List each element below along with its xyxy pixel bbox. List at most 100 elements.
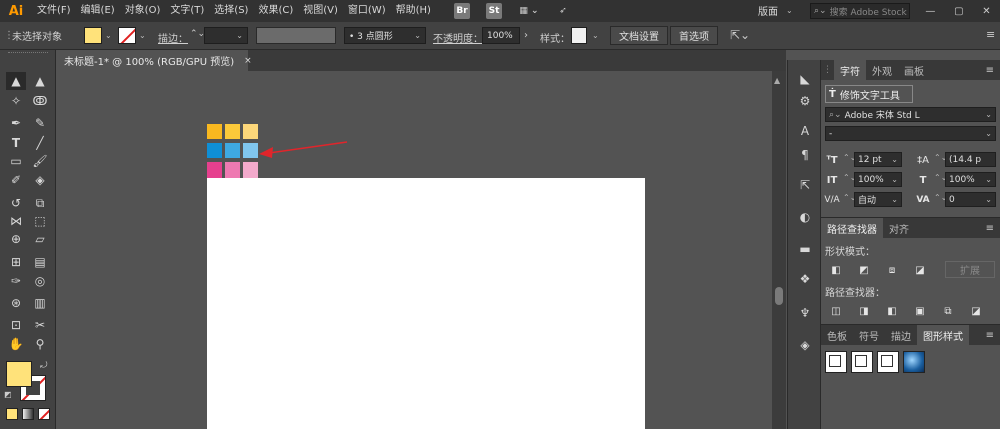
stroke-swatch[interactable] <box>118 27 136 44</box>
tab-align[interactable]: 对齐 <box>883 218 915 238</box>
panel-menu-icon[interactable]: ≡ <box>986 28 995 41</box>
rotate-tool-icon[interactable]: ↺ <box>6 194 26 212</box>
graphic-style-blue-swirl[interactable] <box>903 351 925 373</box>
swatch-orange-3[interactable] <box>243 124 258 139</box>
merge-icon[interactable]: ◧ <box>885 304 899 318</box>
menu-item[interactable]: 帮助(H) <box>391 0 436 22</box>
minus-back-icon[interactable]: ◪ <box>969 304 983 318</box>
preferences-button[interactable]: 首选项 <box>670 26 718 45</box>
swatch-orange-1[interactable] <box>207 124 222 139</box>
close-tab-icon[interactable]: × <box>244 56 252 66</box>
zoom-tool-icon[interactable]: ⚲ <box>30 335 50 353</box>
stock-button[interactable]: St <box>486 3 502 19</box>
menu-item[interactable]: 视图(V) <box>298 0 343 22</box>
tab-swatches[interactable]: 色板 <box>821 325 853 345</box>
stroke-label[interactable]: 描边： <box>158 30 188 45</box>
swatch-blue-2[interactable] <box>225 143 240 158</box>
crop-icon[interactable]: ▣ <box>913 304 927 318</box>
shape-builder-tool-icon[interactable]: ⊕ <box>6 230 26 248</box>
curvature-tool-icon[interactable]: ✎ <box>30 114 50 132</box>
artboard[interactable] <box>207 178 645 429</box>
exclude-icon[interactable]: ◪ <box>913 263 927 277</box>
swap-fill-stroke-icon[interactable]: ⤾ <box>40 361 48 371</box>
close-icon[interactable]: ✕ <box>982 6 990 17</box>
font-size-field[interactable]: 12 pt ⌄ <box>854 152 902 167</box>
perspective-grid-tool-icon[interactable]: ▱ <box>30 230 50 248</box>
gradient-icon[interactable]: ▬ <box>795 240 815 258</box>
swatch-blue-1[interactable] <box>207 143 222 158</box>
trim-icon[interactable]: ◨ <box>857 304 871 318</box>
artboard-tool-icon[interactable]: ⊡ <box>6 316 26 334</box>
scroll-up-icon[interactable]: ▲ <box>774 76 780 85</box>
chevron-down-icon[interactable]: ⌄ <box>592 31 599 40</box>
unite-icon[interactable]: ◧ <box>829 263 843 277</box>
bridge-button[interactable]: Br <box>454 3 470 19</box>
tab-appearance[interactable]: 外观 <box>866 60 898 80</box>
menu-item[interactable]: 效果(C) <box>253 0 298 22</box>
graphic-style-3[interactable] <box>877 351 899 373</box>
maximize-icon[interactable]: ▢ <box>954 6 963 17</box>
minimize-icon[interactable]: — <box>925 6 935 17</box>
swatch-orange-2[interactable] <box>225 124 240 139</box>
vertical-scale-field[interactable]: 100% ⌄ <box>854 172 902 187</box>
chevron-down-icon[interactable]: ⌄ <box>105 31 112 40</box>
width-tool-icon[interactable]: ⋈ <box>6 212 26 230</box>
minus-front-icon[interactable]: ◩ <box>857 263 871 277</box>
tab-pathfinder[interactable]: 路径查找器 <box>821 218 883 238</box>
libraries-icon[interactable]: ⚙ <box>795 92 815 110</box>
tab-character[interactable]: 字符 <box>834 60 866 80</box>
graphic-style-default[interactable] <box>825 351 847 373</box>
export-icon[interactable]: ⇱ <box>795 176 815 194</box>
swatch-pink-3[interactable] <box>243 162 258 178</box>
leading-field[interactable]: (14.4 p <box>945 152 996 167</box>
shaper-tool-icon[interactable]: ✐ <box>6 171 26 189</box>
symbol-sprayer-tool-icon[interactable]: ⊛ <box>6 294 26 312</box>
blend-tool-icon[interactable]: ◎ <box>30 272 50 290</box>
eraser-tool-icon[interactable]: ◈ <box>30 171 50 189</box>
rectangle-tool-icon[interactable]: ▭ <box>6 152 26 170</box>
scale-tool-icon[interactable]: ⧉ <box>30 194 50 212</box>
hand-tool-icon[interactable]: ✋ <box>6 335 26 353</box>
selection-tool-icon[interactable]: ▲ <box>6 72 26 90</box>
lasso-tool-icon[interactable]: ↂ <box>30 92 50 110</box>
paintbrush-tool-icon[interactable]: 🖌 <box>30 152 50 170</box>
stroke-weight-field[interactable]: ⌄ <box>204 27 248 44</box>
menu-item[interactable]: 文字(T) <box>165 0 209 22</box>
chevron-down-icon[interactable]: ⌄ <box>139 31 146 40</box>
graphic-style-2[interactable] <box>851 351 873 373</box>
tab-stroke[interactable]: 描边 <box>885 325 917 345</box>
tracking-field[interactable]: 0 ⌄ <box>945 192 996 207</box>
appearance-icon[interactable]: ❖ <box>795 270 815 288</box>
vertical-scrollbar[interactable]: ▲ <box>772 71 786 429</box>
opacity-field[interactable]: 100% <box>482 27 520 44</box>
none-mode-icon[interactable] <box>38 408 50 420</box>
column-graph-tool-icon[interactable]: ▥ <box>30 294 50 312</box>
document-tab[interactable]: 未标题-1* @ 100% (RGB/GPU 预览) × <box>56 50 252 71</box>
graphic-style-swatch[interactable] <box>571 27 587 44</box>
arrange-documents-icon[interactable]: ▦ ⌄ <box>516 3 542 19</box>
panel-menu-icon[interactable]: ≡ <box>986 60 994 80</box>
chevron-right-icon[interactable]: › <box>524 30 528 41</box>
fill-swatch[interactable] <box>84 27 102 44</box>
pen-tool-icon[interactable]: ✒ <box>6 114 26 132</box>
menu-item[interactable]: 窗口(W) <box>343 0 391 22</box>
gpu-performance-icon[interactable]: ➶ <box>554 3 572 19</box>
divide-icon[interactable]: ◫ <box>829 304 843 318</box>
tab-symbols[interactable]: 符号 <box>853 325 885 345</box>
opacity-label[interactable]: 不透明度： <box>433 30 483 45</box>
fill-color-box[interactable] <box>6 361 32 387</box>
type-tool-icon[interactable]: T <box>6 134 26 152</box>
touch-type-tool-button[interactable]: Ṫ 修饰文字工具 <box>825 85 913 103</box>
tab-graphic-styles[interactable]: 图形样式 <box>917 325 969 345</box>
puppet-icon[interactable]: ♆ <box>795 304 815 322</box>
line-tool-icon[interactable]: ╱ <box>30 134 50 152</box>
mesh-tool-icon[interactable]: ⊞ <box>6 253 26 271</box>
menu-item[interactable]: 编辑(E) <box>76 0 120 22</box>
stock-search-field[interactable]: ⌕⌄ 搜索 Adobe Stock <box>810 3 910 19</box>
gradient-mode-icon[interactable] <box>22 408 34 420</box>
intersect-icon[interactable]: ⧈ <box>885 263 899 277</box>
direct-selection-tool-icon[interactable]: ▲ <box>30 72 50 90</box>
character-icon[interactable]: A <box>795 122 815 140</box>
layers-icon[interactable]: ◈ <box>795 336 815 354</box>
free-transform-tool-icon[interactable]: ⬚ <box>30 212 50 230</box>
